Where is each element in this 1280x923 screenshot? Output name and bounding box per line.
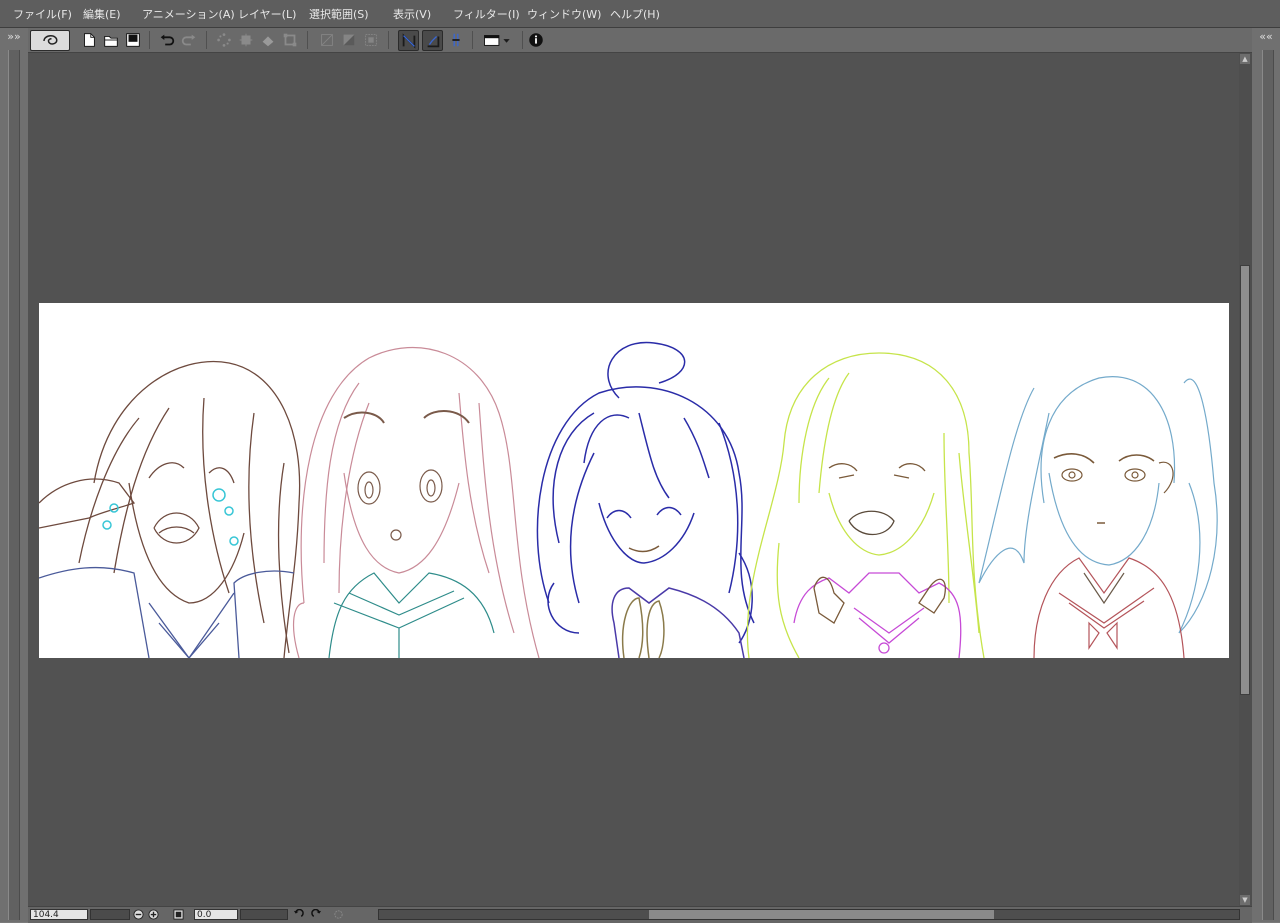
- fit-canvas-icon[interactable]: [172, 908, 185, 921]
- command-bar: [28, 28, 1252, 53]
- deselect-icon[interactable]: [317, 30, 337, 50]
- open-file-icon[interactable]: [101, 30, 121, 50]
- redo-icon[interactable]: [179, 30, 199, 50]
- menu-help[interactable]: ヘルプ(H): [610, 6, 660, 22]
- new-file-icon[interactable]: [79, 30, 99, 50]
- snap-ruler-icon[interactable]: [398, 30, 419, 51]
- left-panel-expand-button[interactable]: »»: [0, 28, 28, 48]
- reset-rotation-icon[interactable]: [332, 908, 345, 921]
- show-selection-icon[interactable]: [361, 30, 381, 50]
- character-smiling: [536, 341, 755, 658]
- menu-file[interactable]: ファイル(F): [13, 6, 72, 22]
- menu-edit[interactable]: 編集(E): [83, 6, 121, 22]
- menu-selection[interactable]: 選択範囲(S): [309, 6, 369, 22]
- zoom-out-icon[interactable]: [132, 908, 145, 921]
- status-bar: 104.4 0.0: [28, 906, 1252, 923]
- left-panel-strip: »»: [0, 28, 28, 922]
- character-surprised: [293, 346, 540, 658]
- info-icon[interactable]: [526, 30, 546, 50]
- menu-layer[interactable]: レイヤー(L): [238, 6, 296, 22]
- line-art-drawing: [39, 341, 1218, 658]
- horizontal-scroll-thumb[interactable]: [649, 910, 994, 919]
- transform-icon[interactable]: [280, 30, 300, 50]
- right-panel-expand-button[interactable]: ««: [1252, 28, 1280, 48]
- right-panel-divider[interactable]: [1262, 50, 1274, 920]
- snap-grid-icon[interactable]: [446, 30, 466, 50]
- right-panel-strip: ««: [1252, 28, 1280, 922]
- scroll-down-arrow-icon[interactable]: ▼: [1240, 895, 1250, 905]
- rotate-right-icon[interactable]: [310, 908, 323, 921]
- rotate-left-icon[interactable]: [292, 908, 305, 921]
- menu-filter[interactable]: フィルター(I): [453, 6, 520, 22]
- crop-icon[interactable]: [236, 30, 256, 50]
- menu-animation[interactable]: アニメーション(A): [142, 6, 235, 22]
- zoom-field[interactable]: 104.4: [30, 909, 88, 920]
- canvas-paper[interactable]: [39, 303, 1229, 658]
- canvas-workspace[interactable]: [28, 53, 1239, 906]
- horizontal-scrollbar[interactable]: [378, 909, 1240, 920]
- left-panel-divider[interactable]: [8, 50, 20, 920]
- zoom-slider[interactable]: [90, 909, 130, 920]
- clear-selection-icon[interactable]: [214, 30, 234, 50]
- vertical-scrollbar[interactable]: ▲ ▼: [1239, 53, 1252, 906]
- save-icon[interactable]: [123, 30, 143, 50]
- rotation-field[interactable]: 0.0: [194, 909, 238, 920]
- tears: [102, 488, 239, 546]
- character-neutral: [978, 376, 1218, 658]
- menu-view[interactable]: 表示(V): [393, 6, 431, 22]
- character-crying: [39, 361, 301, 658]
- undo-icon[interactable]: [157, 30, 177, 50]
- camera-dropdown-icon[interactable]: [480, 30, 516, 50]
- menu-bar: ファイル(F) 編集(E) アニメーション(A) レイヤー(L) 選択範囲(S)…: [0, 0, 1280, 28]
- character-laughing: [746, 352, 985, 658]
- scroll-up-arrow-icon[interactable]: ▲: [1240, 54, 1250, 64]
- fill-icon[interactable]: [258, 30, 278, 50]
- vertical-scroll-thumb[interactable]: [1240, 265, 1250, 695]
- rotation-slider[interactable]: [240, 909, 288, 920]
- invert-selection-icon[interactable]: [339, 30, 359, 50]
- zoom-in-icon[interactable]: [147, 908, 160, 921]
- clip-studio-logo-icon[interactable]: [30, 30, 70, 51]
- menu-window[interactable]: ウィンドウ(W): [527, 6, 601, 22]
- snap-special-ruler-icon[interactable]: [422, 30, 443, 51]
